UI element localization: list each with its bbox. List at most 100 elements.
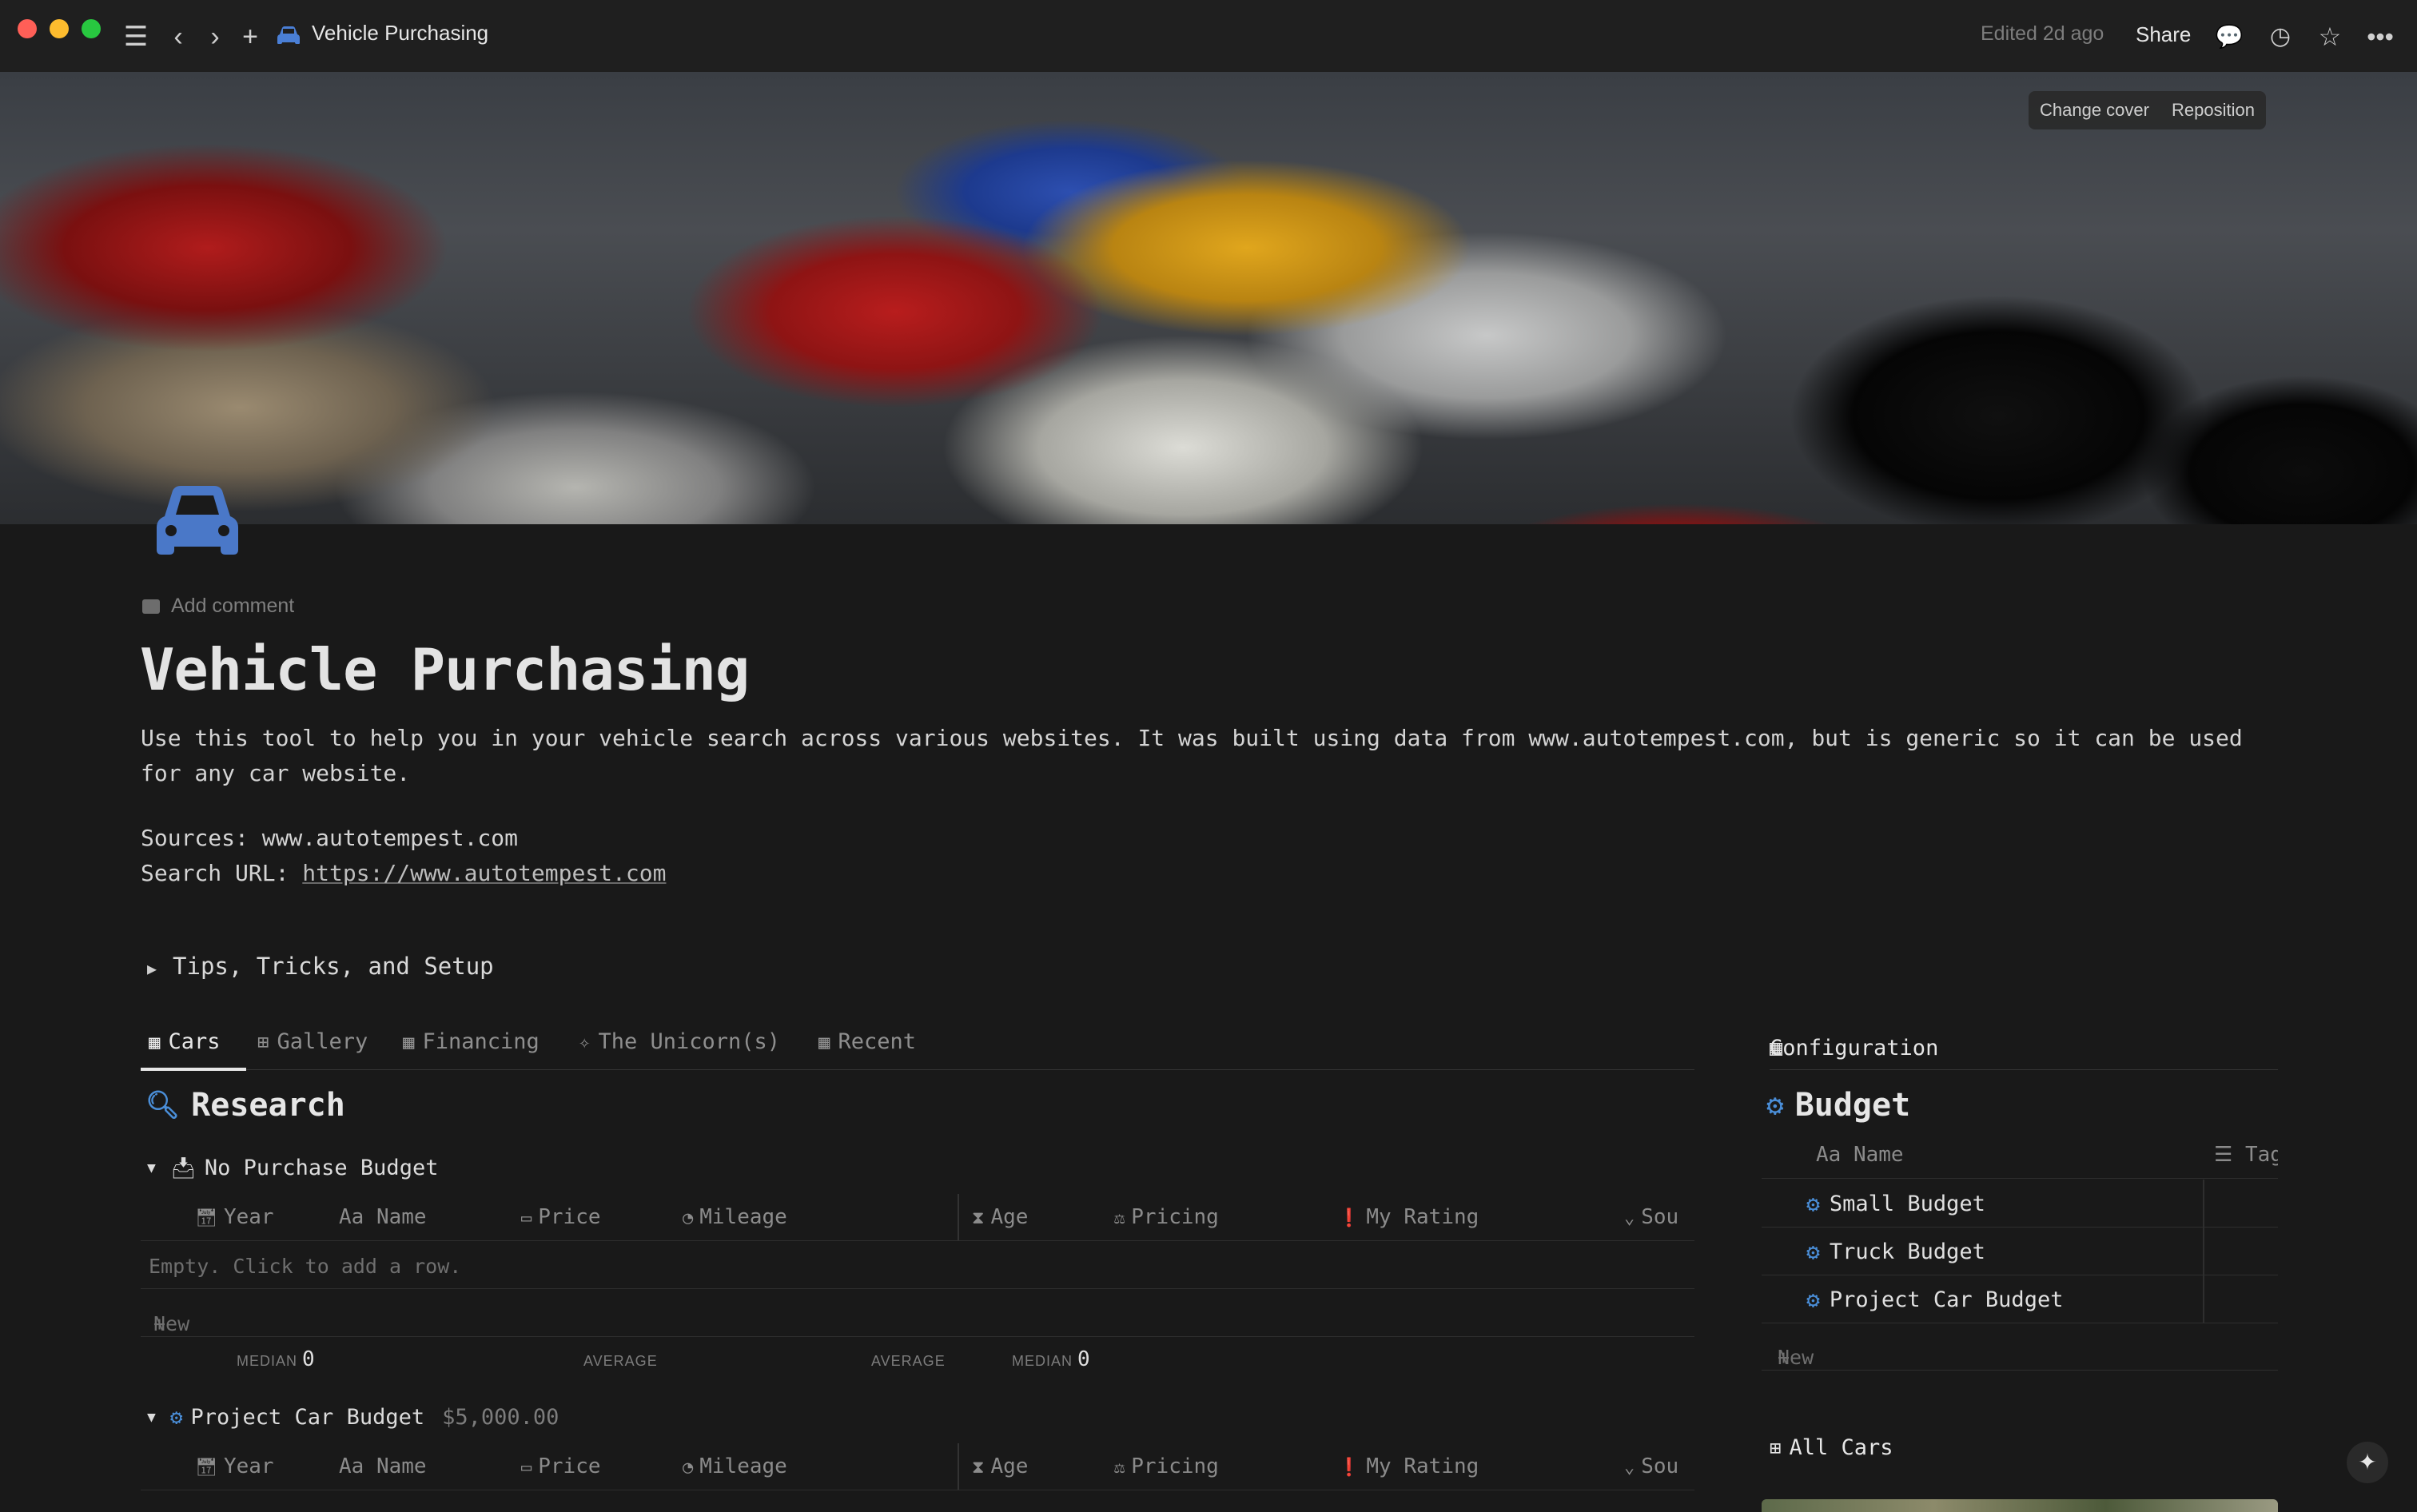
add-comment-label: Add comment <box>171 595 295 617</box>
column-name[interactable]: Aa Name <box>1816 1143 1904 1167</box>
budget-row[interactable]: ⚙ Project Car Budget <box>1762 1275 2278 1323</box>
column-label: Year <box>223 1205 274 1229</box>
tab-label: Financing <box>422 1029 540 1054</box>
column-pricing[interactable]: ⚖ Pricing <box>1114 1454 1219 1478</box>
group-name: No Purchase Budget <box>204 1156 439 1180</box>
budget-column-headers: Aa Name ☰ Tag <box>1762 1132 2278 1179</box>
forward-arrow-icon[interactable]: › <box>203 18 227 56</box>
toggle-triangle-icon[interactable]: ▶ <box>147 959 157 978</box>
group-project-car-budget[interactable]: ▼ ⚙ Project Car Budget $5,000.00 <box>147 1405 559 1430</box>
column-price[interactable]: ▭ Price <box>521 1454 601 1478</box>
add-comment-button[interactable]: Add comment <box>142 595 294 618</box>
more-options-icon[interactable]: ••• <box>2363 18 2398 56</box>
all-cars-view[interactable]: ⊞ All Cars <box>1770 1435 1893 1460</box>
search-url-link[interactable]: https://www.autotempest.com <box>302 860 666 886</box>
table-icon: ▦ <box>149 1030 161 1053</box>
collapse-triangle-icon[interactable]: ▼ <box>147 1160 156 1176</box>
column-age[interactable]: ⧗ Age <box>972 1205 1028 1229</box>
column-name[interactable]: Aa Name <box>339 1454 427 1478</box>
alert-icon: ❗ <box>1338 1458 1360 1478</box>
budget-name[interactable]: Truck Budget <box>1830 1239 1985 1264</box>
frozen-column-divider[interactable] <box>958 1194 959 1240</box>
column-year[interactable]: 📅︎ Year <box>195 1454 274 1478</box>
gear-icon: ⚙ <box>1806 1287 1820 1313</box>
calc-price-average[interactable]: AVERAGE <box>583 1347 663 1371</box>
car-icon <box>277 26 300 44</box>
column-label: Pricing <box>1131 1454 1219 1478</box>
new-page-plus-icon[interactable]: + <box>237 18 264 56</box>
budget-name[interactable]: Small Budget <box>1830 1192 1985 1216</box>
search-url-line[interactable]: Search URL: https://www.autotempest.com <box>141 860 666 886</box>
page-description[interactable]: Use this tool to help you in your vehicl… <box>141 721 2283 791</box>
column-source[interactable]: ⌄ Sou <box>1624 1205 1678 1229</box>
column-age[interactable]: ⧗ Age <box>972 1454 1028 1478</box>
calc-year-median[interactable]: MEDIAN 0 <box>237 1347 315 1371</box>
car-page-icon[interactable] <box>153 479 241 559</box>
new-row-button[interactable]: + New <box>141 1290 1694 1337</box>
tab-financing[interactable]: ▦ Financing <box>403 1029 540 1054</box>
favorite-star-icon[interactable]: ☆ <box>2315 18 2345 56</box>
column-label: Pricing <box>1131 1205 1219 1229</box>
tab-gallery[interactable]: ⊞ Gallery <box>257 1029 368 1054</box>
calc-mileage-average[interactable]: AVERAGE <box>871 1347 950 1371</box>
column-my-rating[interactable]: ❗ My Rating <box>1338 1454 1479 1478</box>
tab-cars[interactable]: ▦ Cars <box>149 1029 220 1054</box>
gears-icon: ⚙ <box>1766 1088 1784 1122</box>
comments-icon[interactable]: 💬 <box>2214 18 2244 56</box>
research-title: Research <box>191 1087 345 1124</box>
budget-name[interactable]: Project Car Budget <box>1830 1287 2064 1312</box>
share-button[interactable]: Share <box>2136 22 2191 47</box>
change-cover-button[interactable]: Change cover <box>2029 91 2160 129</box>
calc-age-median[interactable]: MEDIAN 0 <box>1012 1347 1090 1371</box>
breadcrumb-page-title[interactable]: Vehicle Purchasing <box>312 21 488 46</box>
group-no-purchase-budget[interactable]: ▼ 📥︎ No Purchase Budget <box>147 1156 438 1180</box>
gear-icon: ⚙ <box>1806 1191 1820 1217</box>
scale-icon: ⚖ <box>1114 1208 1125 1228</box>
new-budget-button[interactable]: + New <box>1762 1323 2278 1371</box>
budget-heading[interactable]: ⚙ Budget <box>1766 1087 1910 1124</box>
calc-label: MEDIAN <box>237 1353 298 1369</box>
history-clock-icon[interactable]: ◷ <box>2265 18 2296 56</box>
ai-sparkle-button[interactable]: ✦ <box>2347 1442 2388 1483</box>
column-tags[interactable]: ☰ Tag <box>2214 1143 2278 1167</box>
column-mileage[interactable]: ◔ Mileage <box>683 1205 787 1229</box>
back-arrow-icon[interactable]: ‹ <box>166 18 190 56</box>
gallery-card-preview[interactable] <box>1762 1499 2278 1512</box>
alert-icon: ❗ <box>1338 1208 1360 1228</box>
tips-toggle[interactable]: ▶ Tips, Tricks, and Setup <box>147 953 494 980</box>
all-cars-label: All Cars <box>1789 1435 1893 1460</box>
column-label: Sou <box>1641 1454 1679 1478</box>
frozen-column-divider[interactable] <box>958 1443 959 1490</box>
column-year[interactable]: 📅︎ Year <box>195 1205 274 1229</box>
column-pricing[interactable]: ⚖ Pricing <box>1114 1205 1219 1229</box>
budget-row[interactable]: ⚙ Small Budget <box>1762 1180 2278 1228</box>
column-label: Aa Name <box>339 1205 427 1229</box>
column-price[interactable]: ▭ Price <box>521 1205 601 1229</box>
column-my-rating[interactable]: ❗ My Rating <box>1338 1205 1479 1229</box>
reposition-button[interactable]: Reposition <box>2160 91 2266 129</box>
configuration-tab[interactable]: ▦ Configuration <box>1770 1023 2278 1070</box>
minimize-window-button[interactable] <box>50 19 69 38</box>
scale-icon: ⚖ <box>1114 1458 1125 1478</box>
column-source[interactable]: ⌄ Sou <box>1624 1454 1678 1478</box>
sources-text[interactable]: Sources: www.autotempest.com <box>141 825 518 851</box>
research-heading[interactable]: 🔍︎ Research <box>145 1087 345 1124</box>
tab-label: The Unicorn(s) <box>598 1029 781 1054</box>
column-mileage[interactable]: ◔ Mileage <box>683 1454 787 1478</box>
tab-recent[interactable]: ▦ Recent <box>818 1029 916 1054</box>
chevrons-down-icon: ⌄ <box>1624 1458 1635 1478</box>
zoom-window-button[interactable] <box>82 19 101 38</box>
calc-label: AVERAGE <box>871 1353 946 1369</box>
column-name[interactable]: Aa Name <box>339 1205 427 1229</box>
budget-row[interactable]: ⚙ Truck Budget <box>1762 1228 2278 1275</box>
page-title[interactable]: Vehicle Purchasing <box>140 636 750 703</box>
calendar-icon: 📅︎ <box>195 1458 217 1478</box>
tab-the-unicorns[interactable]: ✧ The Unicorn(s) <box>579 1029 780 1054</box>
close-window-button[interactable] <box>18 19 37 38</box>
collapse-triangle-icon[interactable]: ▼ <box>147 1409 156 1426</box>
empty-table-row[interactable]: Empty. Click to add a row. <box>141 1243 1694 1289</box>
sidebar-menu-icon[interactable]: ☰ <box>121 18 150 56</box>
search-url-label: Search URL: <box>141 860 303 886</box>
money-icon: ▭ <box>521 1208 532 1228</box>
column-label: Tag <box>2244 1143 2278 1167</box>
